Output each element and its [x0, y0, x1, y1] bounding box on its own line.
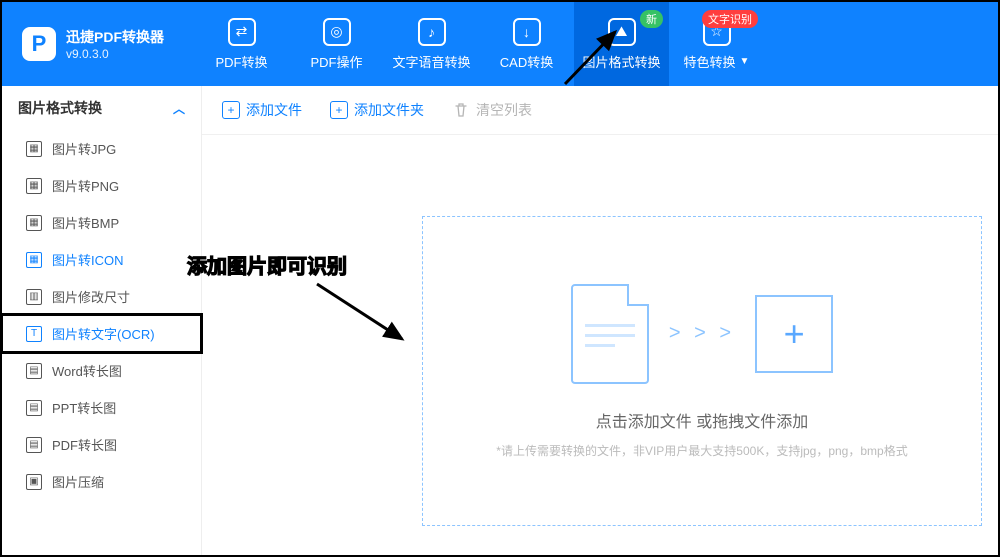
- dropzone-graphic: > > > +: [571, 284, 833, 384]
- sidebar-item-jpg[interactable]: ▦图片转JPG: [2, 130, 201, 167]
- add-folder-button[interactable]: + 添加文件夹: [330, 100, 424, 120]
- image-icon: ▦: [26, 141, 42, 157]
- sidebar-item-icon[interactable]: ▦图片转ICON: [2, 241, 201, 278]
- nav-label: PDF操作: [310, 52, 362, 71]
- sidebar-item-resize[interactable]: ▥图片修改尺寸: [2, 278, 201, 315]
- nav-tabs: ⇄ PDF转换 ◎ PDF操作 ♪ 文字语音转换 ↓ CAD转换 新 ⛰ 图片格…: [194, 2, 764, 86]
- nav-label: 图片格式转换: [582, 52, 660, 71]
- document-icon: [571, 284, 649, 384]
- doc-icon: ▤: [26, 437, 42, 453]
- sidebar-item-ppt[interactable]: ▤PPT转长图: [2, 389, 201, 426]
- tab-special-convert[interactable]: 文字识别 ☆ 特色转换 ▼: [669, 2, 764, 86]
- badge-ocr: 文字识别: [702, 10, 758, 28]
- trash-icon: [452, 101, 470, 119]
- tab-image-format[interactable]: 新 ⛰ 图片格式转换: [574, 2, 669, 86]
- sidebar-item-compress[interactable]: ▣图片压缩: [2, 463, 201, 500]
- add-box-icon: +: [755, 295, 833, 373]
- image-icon: ⛰: [608, 18, 636, 46]
- badge-new: 新: [640, 10, 663, 28]
- app-title: 迅捷PDF转换器: [66, 27, 164, 47]
- image-icon: ▦: [26, 215, 42, 231]
- nav-label: PDF转换: [215, 52, 267, 71]
- tab-cad-convert[interactable]: ↓ CAD转换: [479, 2, 574, 86]
- doc-icon: ▤: [26, 400, 42, 416]
- sidebar-header[interactable]: 图片格式转换 ︿: [2, 86, 201, 130]
- nav-label: 特色转换: [684, 52, 736, 71]
- dropzone-title: 点击添加文件 或拖拽文件添加: [596, 408, 808, 432]
- clear-list-button[interactable]: 清空列表: [452, 100, 532, 120]
- dropzone[interactable]: > > > + 点击添加文件 或拖拽文件添加 *请上传需要转换的文件，非VIP用…: [422, 216, 982, 526]
- plus-icon: +: [222, 101, 240, 119]
- gear-icon: ◎: [323, 18, 351, 46]
- app-brand: P 迅捷PDF转换器 v9.0.3.0: [22, 27, 164, 61]
- folder-plus-icon: +: [330, 101, 348, 119]
- sidebar-item-ocr[interactable]: T图片转文字(OCR): [2, 315, 201, 352]
- sidebar-item-bmp[interactable]: ▦图片转BMP: [2, 204, 201, 241]
- dropzone-hint: *请上传需要转换的文件，非VIP用户最大支持500K，支持jpg，png，bmp…: [496, 442, 907, 459]
- tab-text-audio[interactable]: ♪ 文字语音转换: [384, 2, 479, 86]
- sidebar-title: 图片格式转换: [18, 98, 102, 118]
- sidebar: 图片格式转换 ︿ ▦图片转JPG ▦图片转PNG ▦图片转BMP ▦图片转ICO…: [2, 86, 202, 555]
- sidebar-item-pdf[interactable]: ▤PDF转长图: [2, 426, 201, 463]
- app-header: P 迅捷PDF转换器 v9.0.3.0 ⇄ PDF转换 ◎ PDF操作 ♪ 文字…: [2, 2, 998, 86]
- swap-icon: ⇄: [228, 18, 256, 46]
- compress-icon: ▣: [26, 474, 42, 490]
- annotation-text: 添加图片即可识别: [187, 250, 347, 279]
- app-logo-icon: P: [22, 27, 56, 61]
- text-icon: T: [26, 326, 42, 342]
- audio-icon: ♪: [418, 18, 446, 46]
- add-file-button[interactable]: + 添加文件: [222, 100, 302, 120]
- nav-label: CAD转换: [500, 52, 553, 71]
- nav-label: 文字语音转换: [392, 52, 470, 71]
- resize-icon: ▥: [26, 289, 42, 305]
- doc-icon: ▤: [26, 363, 42, 379]
- toolbar: + 添加文件 + 添加文件夹 清空列表: [202, 86, 998, 135]
- main-area: + 添加文件 + 添加文件夹 清空列表 > > > +: [202, 86, 998, 555]
- app-version: v9.0.3.0: [66, 47, 164, 61]
- sidebar-item-word[interactable]: ▤Word转长图: [2, 352, 201, 389]
- chevron-down-icon: ▼: [740, 56, 750, 67]
- chevron-up-icon: ︿: [173, 100, 185, 117]
- tab-pdf-operate[interactable]: ◎ PDF操作: [289, 2, 384, 86]
- download-icon: ↓: [513, 18, 541, 46]
- arrows-icon: > > >: [669, 322, 735, 345]
- image-icon: ▦: [26, 252, 42, 268]
- image-icon: ▦: [26, 178, 42, 194]
- tab-pdf-convert[interactable]: ⇄ PDF转换: [194, 2, 289, 86]
- sidebar-item-png[interactable]: ▦图片转PNG: [2, 167, 201, 204]
